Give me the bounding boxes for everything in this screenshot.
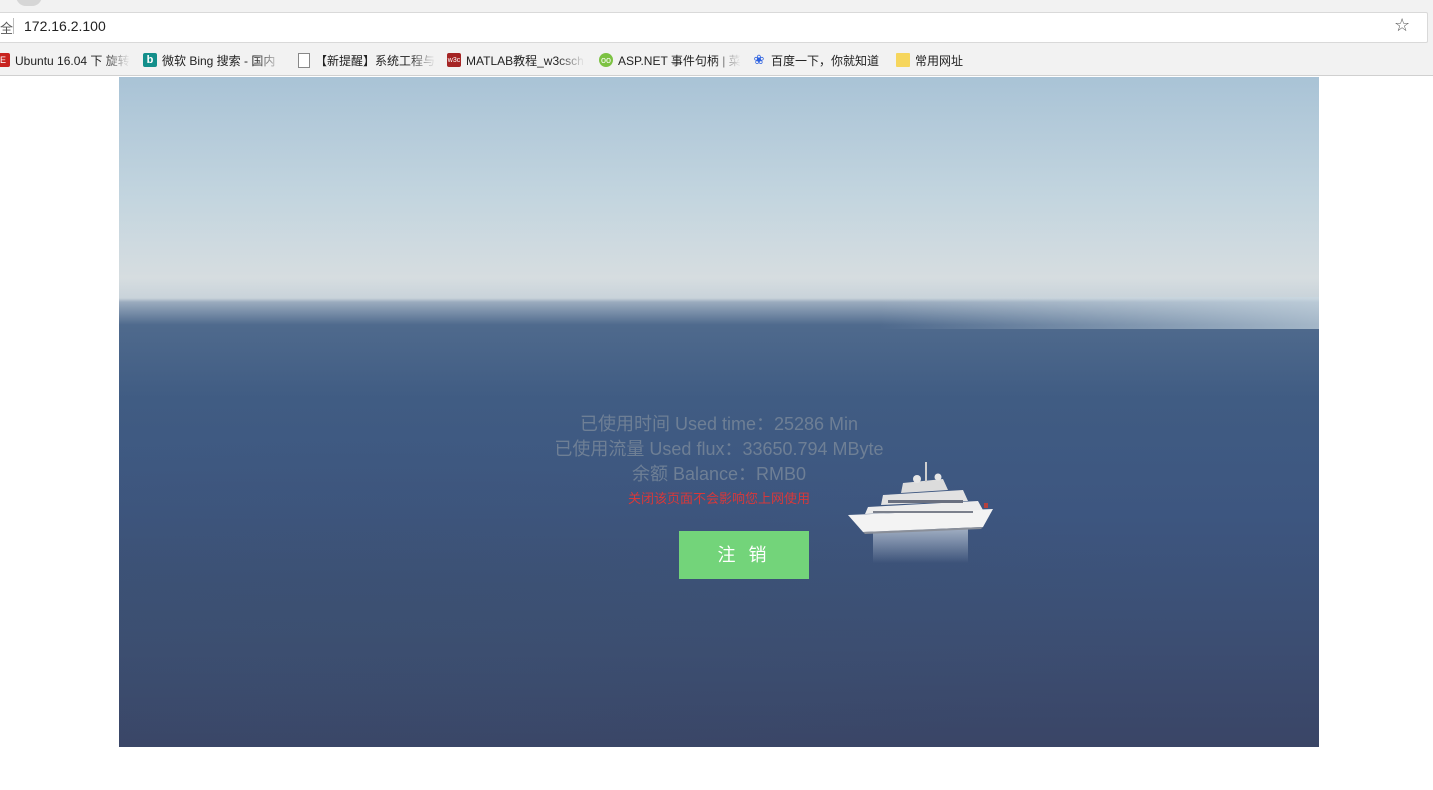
bookmark-label: Ubuntu 16.04 下 旋转 — [15, 53, 130, 68]
baidu-icon: ❀ — [753, 52, 765, 67]
browser-tab[interactable] — [16, 0, 42, 6]
ocean-background-image: 已使用时间 Used time：25286 Min 已使用流量 Used flu… — [119, 77, 1319, 747]
bookmark-ubuntu[interactable]: E Ubuntu 16.04 下 旋转 — [0, 51, 130, 69]
bookmark-bing[interactable]: b 微软 Bing 搜索 - 国内 — [143, 51, 283, 69]
bookmark-system-engineering[interactable]: 【新提醒】系统工程与 — [298, 51, 436, 69]
w3c-icon: w3c — [447, 53, 461, 67]
bookmark-matlab[interactable]: w3c MATLAB教程_w3csch — [447, 51, 585, 69]
used-time-text: 已使用时间 Used time：25286 Min — [579, 414, 859, 434]
red-square-icon: E — [0, 53, 10, 67]
browser-toolbar: 全 172.16.2.100 ☆ — [0, 0, 1433, 43]
logout-button[interactable]: 注 销 — [679, 531, 809, 579]
bookmark-baidu[interactable]: ❀ 百度一下，你就知道 — [752, 51, 887, 69]
runoob-icon: oo — [599, 53, 613, 67]
url-text[interactable]: 172.16.2.100 — [24, 18, 106, 34]
account-info: 已使用时间 Used time：25286 Min 已使用流量 Used flu… — [119, 412, 1319, 487]
bookmark-label: 常用网址 — [915, 53, 964, 68]
bing-icon: b — [143, 53, 157, 67]
balance-text: 余额 Balance：RMB0 — [631, 464, 807, 484]
bookmark-label: ASP.NET 事件句柄 | 菜 — [618, 53, 741, 68]
bookmark-aspnet[interactable]: oo ASP.NET 事件句柄 | 菜 — [599, 51, 741, 69]
folder-icon — [896, 53, 910, 67]
used-flux-text: 已使用流量 Used flux：33650.794 MByte — [554, 439, 884, 459]
close-page-notice: 关闭该页面不会影响您上网使用 — [627, 491, 810, 506]
horizon-haze — [879, 297, 1319, 329]
bookmark-folder-common[interactable]: 常用网址 — [896, 51, 976, 69]
bookmark-label: 百度一下，你就知道 — [771, 53, 880, 68]
bookmark-label: 【新提醒】系统工程与 — [315, 53, 436, 68]
security-indicator[interactable]: 全 — [0, 18, 13, 37]
address-bar[interactable] — [0, 12, 1428, 43]
bookmark-label: 微软 Bing 搜索 - 国内 — [162, 53, 276, 68]
bookmark-star-icon[interactable]: ☆ — [1394, 15, 1410, 36]
page-icon — [298, 52, 310, 68]
bookmark-label: MATLAB教程_w3csch — [466, 53, 584, 68]
bookmarks-bar: E Ubuntu 16.04 下 旋转 b 微软 Bing 搜索 - 国内 【新… — [0, 43, 1433, 76]
address-separator — [13, 18, 14, 34]
